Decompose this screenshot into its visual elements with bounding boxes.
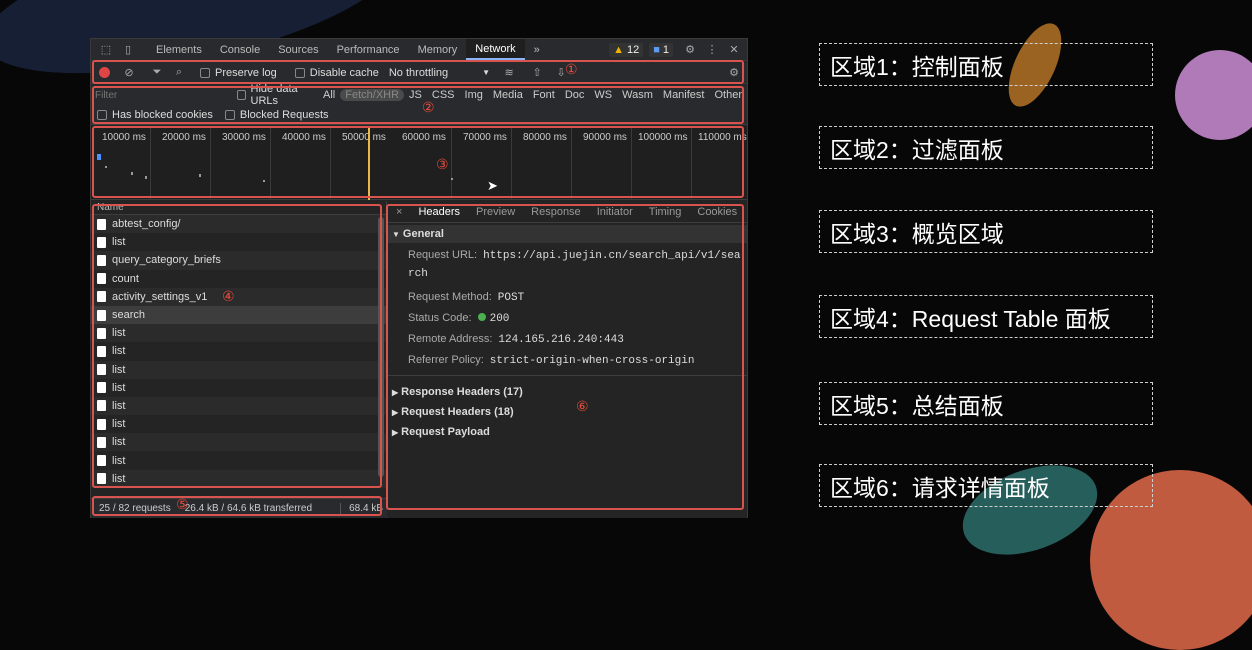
region-marker-3: ③ bbox=[436, 156, 449, 172]
tab-network[interactable]: Network bbox=[466, 39, 525, 60]
panel-tabs: Elements Console Sources Performance Mem… bbox=[147, 39, 549, 60]
decor-planet-right bbox=[1175, 50, 1252, 140]
tab-elements[interactable]: Elements bbox=[147, 39, 211, 60]
region-marker-5: ⑤ bbox=[176, 496, 189, 512]
region-label-5: 区域5：总结面板 bbox=[819, 382, 1153, 425]
region-box-6 bbox=[386, 204, 744, 510]
messages-count: 1 bbox=[662, 43, 669, 56]
more-tabs-button[interactable]: » bbox=[525, 39, 549, 60]
region-marker-6: ⑥ bbox=[576, 398, 589, 414]
region-label-6: 区域6：请求详情面板 bbox=[819, 464, 1153, 507]
region-box-3 bbox=[92, 126, 744, 198]
region-label-1: 区域1：控制面板 bbox=[819, 43, 1153, 86]
region-box-1 bbox=[92, 60, 744, 84]
more-options-icon[interactable]: ⋮ bbox=[705, 43, 719, 57]
tab-memory[interactable]: Memory bbox=[409, 39, 467, 60]
inspect-element-icon[interactable]: ⬚ bbox=[99, 43, 113, 57]
settings-gear-icon[interactable]: ⚙ bbox=[683, 43, 697, 57]
tab-sources[interactable]: Sources bbox=[269, 39, 327, 60]
region-box-5 bbox=[92, 496, 382, 516]
devtools-topbar: ⬚ ▯ Elements Console Sources Performance… bbox=[91, 39, 747, 61]
tab-performance[interactable]: Performance bbox=[328, 39, 409, 60]
region-box-4 bbox=[92, 204, 382, 488]
warnings-count: 12 bbox=[626, 43, 640, 56]
device-toolbar-icon[interactable]: ▯ bbox=[121, 43, 135, 57]
close-devtools-icon[interactable]: ✕ bbox=[727, 43, 741, 57]
messages-badge[interactable]: ■ 1 bbox=[649, 42, 673, 57]
region-label-2: 区域2：过滤面板 bbox=[819, 126, 1153, 169]
message-icon: ■ bbox=[653, 43, 660, 56]
region-marker-4: ④ bbox=[222, 288, 235, 304]
warning-icon: ▲ bbox=[613, 43, 624, 56]
tab-console[interactable]: Console bbox=[211, 39, 269, 60]
region-marker-1: ① bbox=[565, 61, 578, 77]
region-label-4: 区域4：Request Table 面板 bbox=[819, 295, 1153, 338]
warnings-badge[interactable]: ▲ 12 bbox=[609, 42, 644, 57]
region-marker-2: ② bbox=[422, 99, 435, 115]
region-box-2 bbox=[92, 86, 744, 124]
region-label-3: 区域3：概览区域 bbox=[819, 210, 1153, 253]
